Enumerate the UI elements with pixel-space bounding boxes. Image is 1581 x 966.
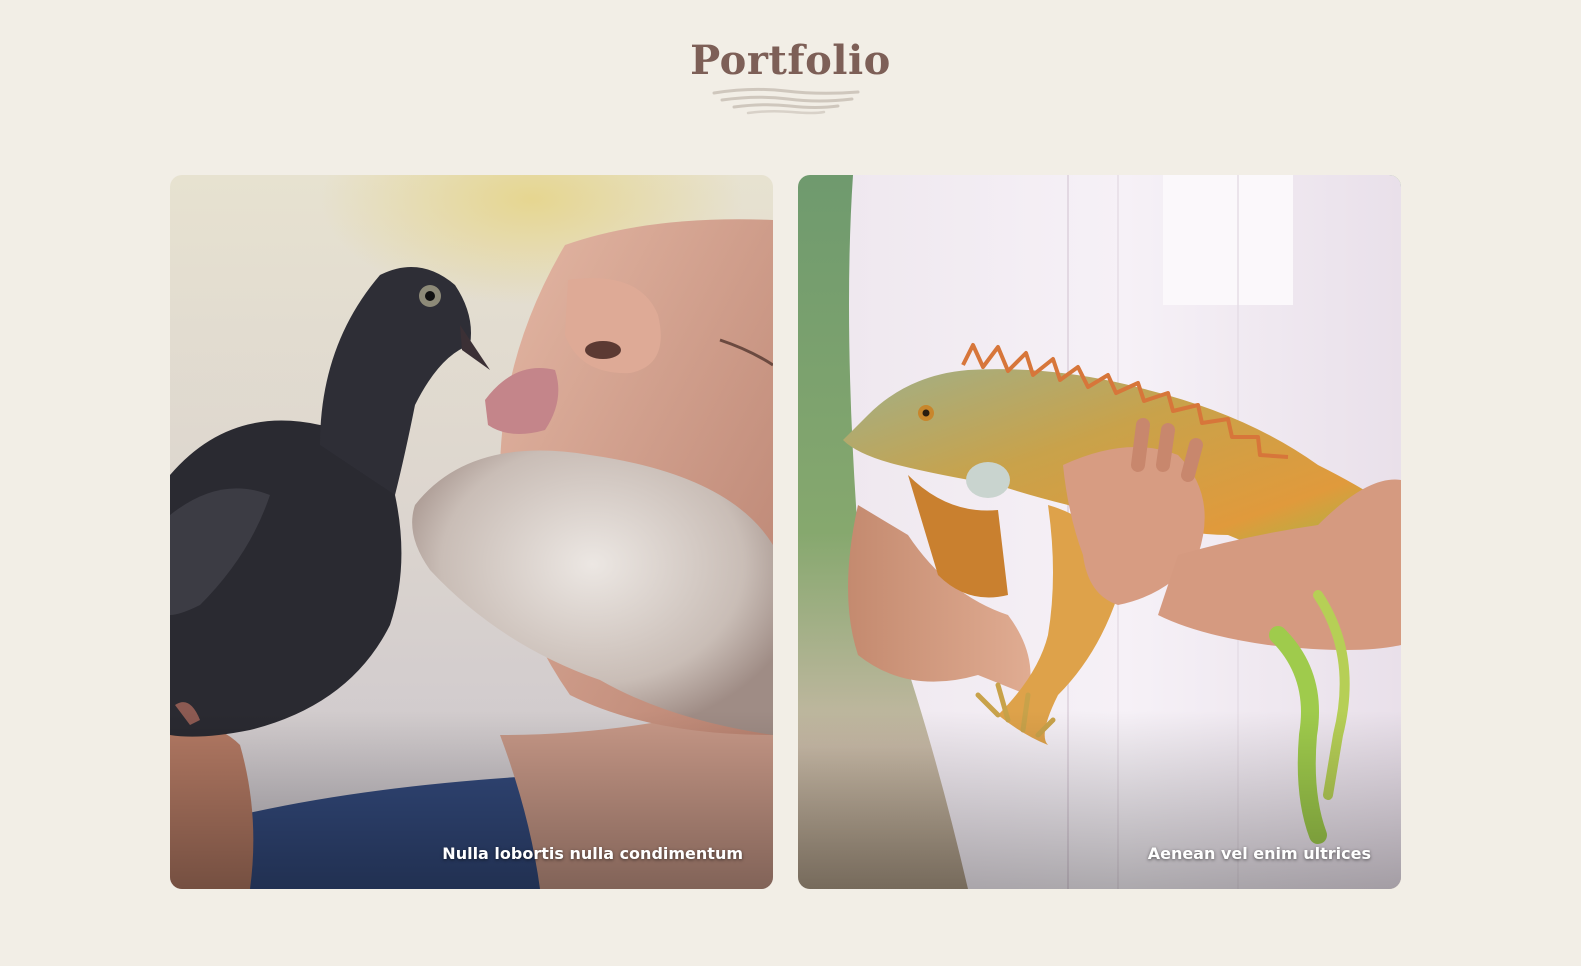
portfolio-caption: Nulla lobortis nulla condimentum	[442, 844, 743, 863]
hands-holding-iguana-photo	[798, 175, 1401, 889]
portfolio-card-pigeon[interactable]: Nulla lobortis nulla condimentum	[170, 175, 773, 889]
man-kissing-pigeon-photo	[170, 175, 773, 889]
portfolio-card-iguana[interactable]: Aenean vel enim ultrices	[798, 175, 1401, 889]
wave-divider-icon	[712, 87, 860, 115]
portfolio-caption: Aenean vel enim ultrices	[1147, 844, 1371, 863]
page-title: Portfolio	[690, 36, 891, 84]
portfolio-section: Portfolio Nulla lobortis nulla condiment…	[0, 0, 1581, 966]
